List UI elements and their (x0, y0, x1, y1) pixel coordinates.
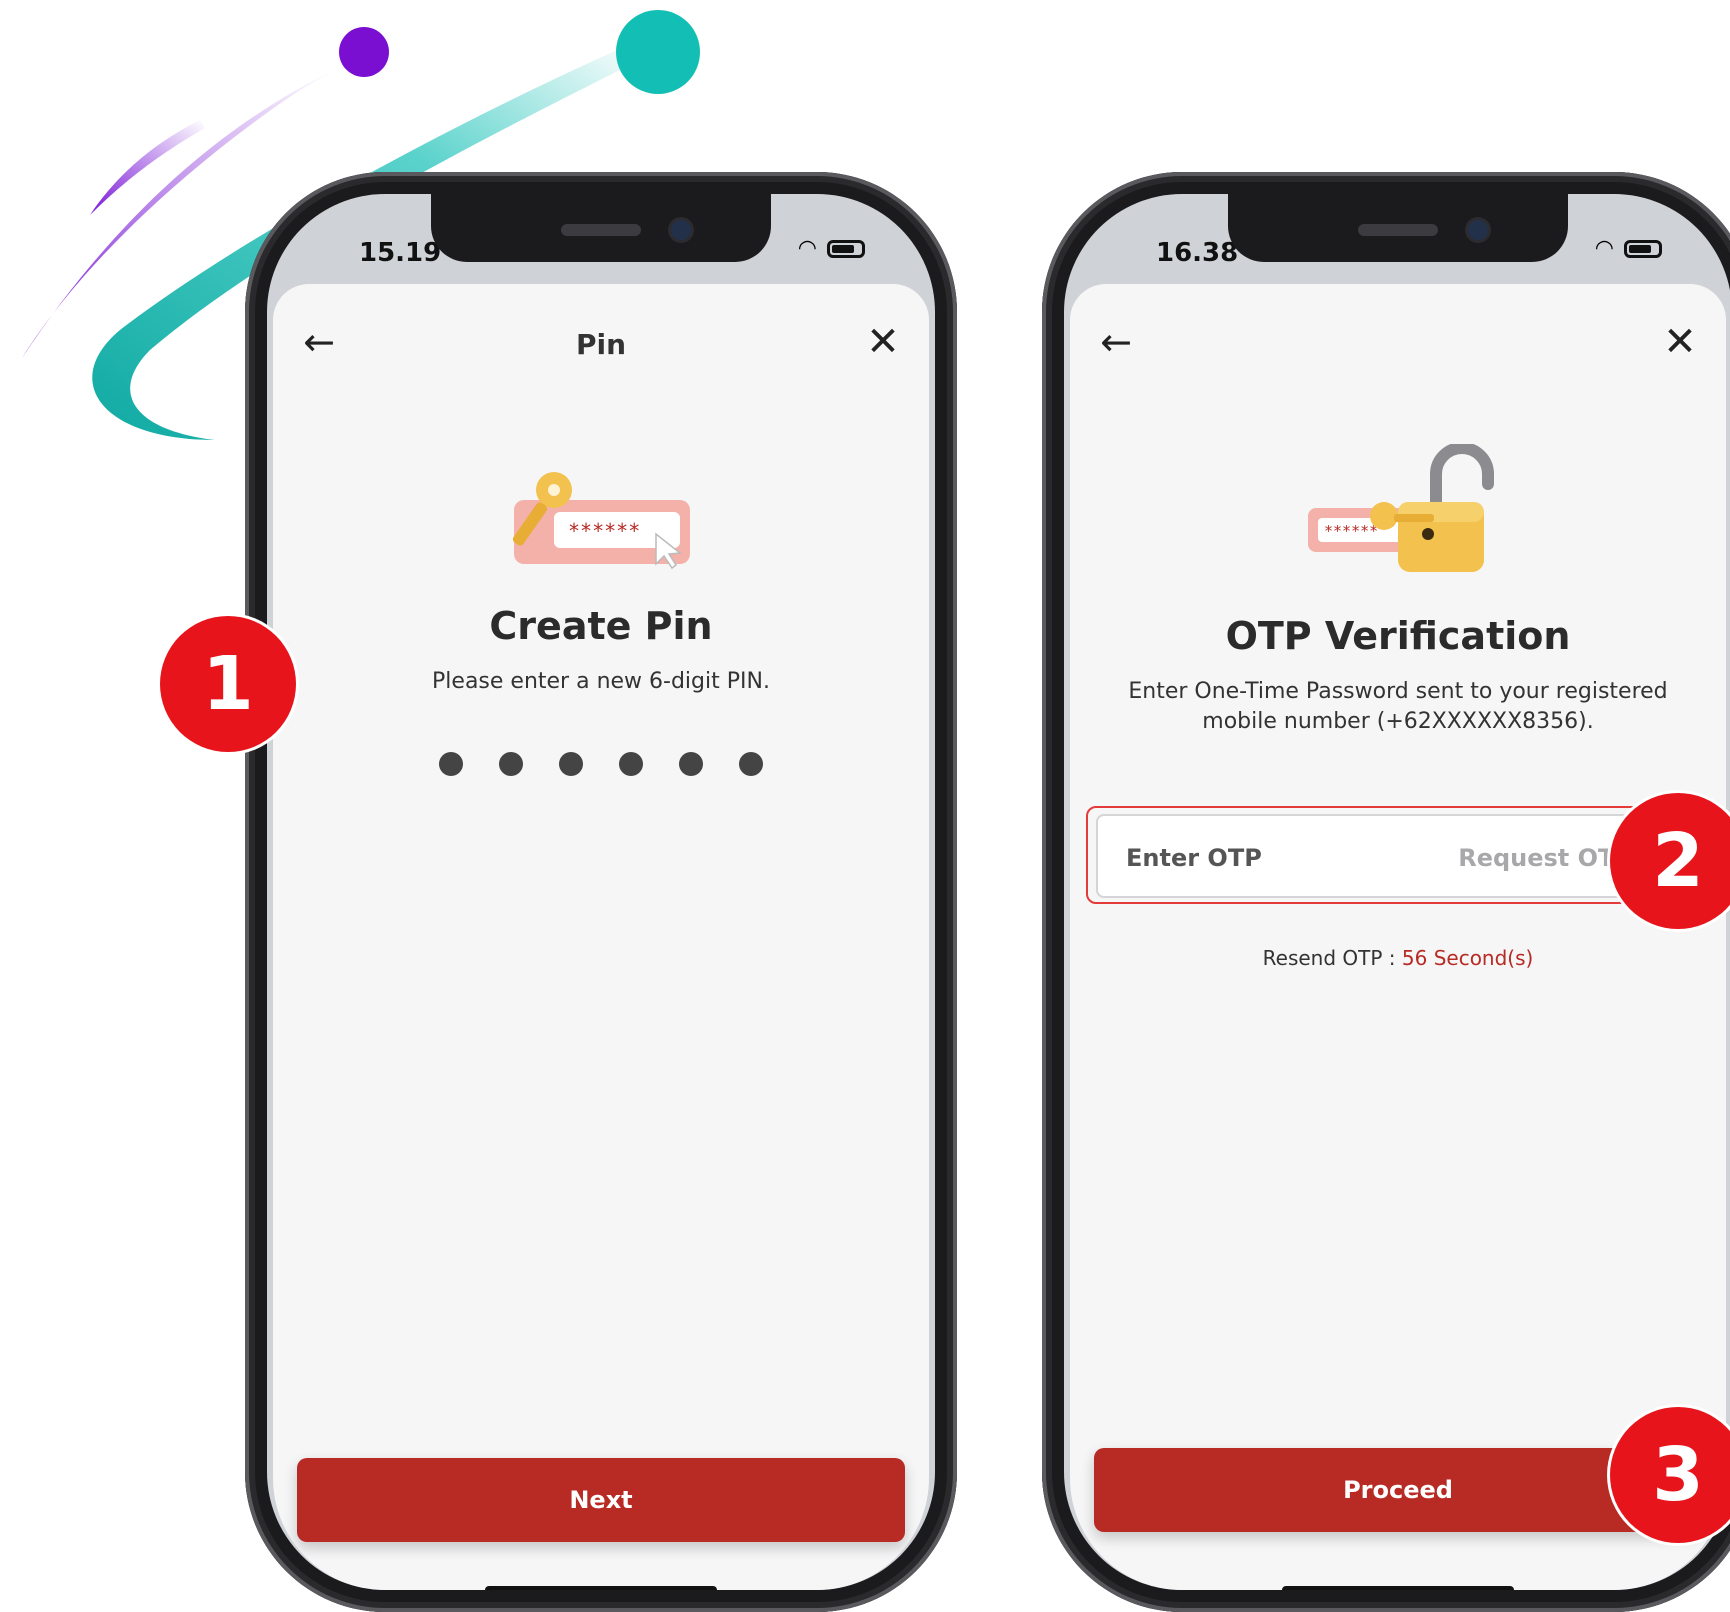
camera (1468, 220, 1488, 240)
wifi-icon: ◠ (1594, 236, 1614, 261)
notch (431, 194, 771, 262)
otp-lock-illustration: ****** (1308, 444, 1494, 572)
status-icons: ◠ (1595, 236, 1662, 261)
pin-dot (739, 752, 763, 776)
speaker (561, 224, 641, 236)
phone-create-pin: 15.19 ◠ ← Pin ✕ ****** Create Pin Please… (245, 172, 957, 1612)
pin-dot (619, 752, 643, 776)
pin-dot (439, 752, 463, 776)
top-bar: ← Pin ✕ (273, 284, 929, 396)
camera (671, 220, 691, 240)
status-time: 16.38 (1156, 238, 1239, 268)
speaker (1358, 224, 1438, 236)
create-pin-heading: Create Pin (489, 604, 713, 648)
pin-screen: ← Pin ✕ ****** Create Pin Please enter a… (273, 284, 929, 1590)
pin-dot (679, 752, 703, 776)
resend-timer: 56 Second(s) (1401, 946, 1534, 970)
page-title: Pin (575, 328, 627, 361)
otp-screen: ← ✕ ****** OTP Verification Enter One-Ti… (1070, 284, 1726, 1590)
pin-key-illustration: ****** (512, 472, 690, 570)
status-time: 15.19 (359, 238, 442, 268)
create-pin-subtitle: Please enter a new 6-digit PIN. (432, 669, 770, 694)
otp-heading: OTP Verification (1225, 614, 1571, 658)
step-badge-1: 1 (160, 616, 296, 752)
pin-mask-text: ****** (568, 519, 640, 543)
resend-otp-text: Resend OTP : 56 Second(s) (1070, 946, 1726, 970)
close-icon[interactable]: ✕ (861, 320, 905, 364)
screen: 15.19 ◠ ← Pin ✕ ****** Create Pin Please… (267, 194, 935, 1590)
top-bar: ← ✕ (1070, 284, 1726, 396)
teal-dot (616, 10, 700, 94)
otp-subtitle-line2: mobile number (+62XXXXXX8356). (1202, 709, 1594, 734)
wifi-icon: ◠ (797, 236, 817, 261)
battery-icon (827, 239, 865, 258)
home-indicator (485, 1586, 717, 1590)
next-button[interactable]: Next (297, 1458, 905, 1542)
otp-subtitle-line1: Enter One-Time Password sent to your reg… (1128, 679, 1668, 704)
otp-mask-text: ****** (1324, 522, 1378, 540)
resend-label: Resend OTP : (1262, 946, 1402, 970)
battery-icon (1624, 239, 1662, 258)
notch (1228, 194, 1568, 262)
request-otp-button[interactable]: Request OTP (1458, 844, 1632, 872)
status-icons: ◠ (798, 236, 865, 261)
close-icon[interactable]: ✕ (1658, 320, 1702, 364)
back-arrow-icon[interactable]: ← (1094, 320, 1138, 364)
home-indicator (1282, 1586, 1514, 1590)
purple-dot (339, 27, 389, 77)
pin-dots[interactable] (273, 752, 929, 776)
otp-placeholder: Enter OTP (1126, 844, 1262, 872)
pin-dot (499, 752, 523, 776)
pin-dot (559, 752, 583, 776)
